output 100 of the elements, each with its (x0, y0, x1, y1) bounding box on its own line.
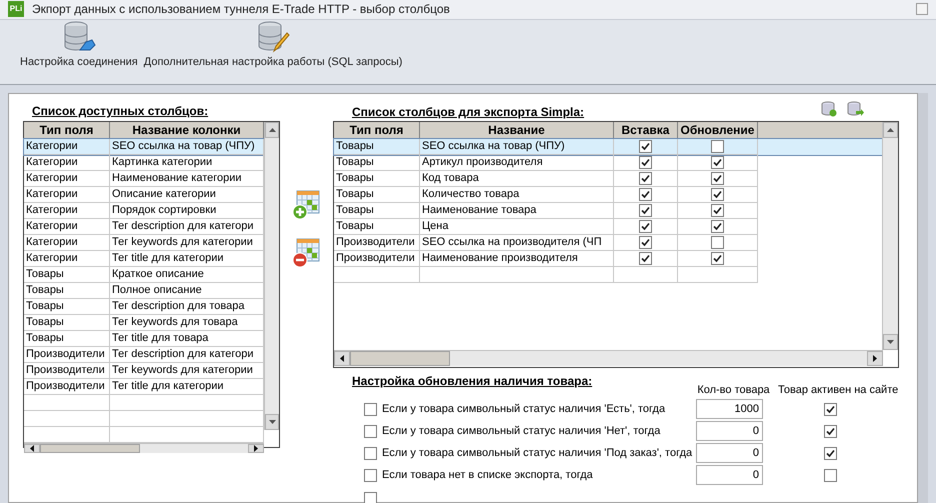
checkbox[interactable] (364, 468, 377, 482)
table-row[interactable]: Категории Описание категории (24, 187, 264, 203)
checkbox[interactable] (824, 446, 836, 460)
down-arrow-icon[interactable] (268, 420, 276, 424)
quantity-field[interactable]: 0 (696, 465, 763, 485)
table-row[interactable]: Производители Тег title для категории (24, 379, 264, 395)
database-add-icon[interactable] (820, 101, 838, 117)
table-row[interactable]: Производители Наименование производителя (334, 251, 882, 267)
checkbox[interactable] (639, 252, 652, 265)
checkbox[interactable] (639, 188, 652, 201)
table-row[interactable]: Производители Тег keywords для категории (24, 363, 264, 379)
table-row[interactable]: Категории Тег title для категории (24, 251, 264, 267)
database-export-icon[interactable] (846, 101, 864, 117)
left-arrow-icon[interactable] (30, 445, 34, 452)
left-arrow-icon[interactable] (340, 355, 344, 362)
section-title: Настройка обновления наличия товара: (352, 373, 594, 390)
checkbox[interactable] (639, 220, 652, 233)
table-row[interactable]: Категории Наименование категории (24, 171, 264, 187)
table-cell: Категории (24, 219, 110, 235)
option-label: Если товара нет в списке экспорта, тогда (382, 468, 593, 483)
checkbox[interactable] (364, 446, 377, 460)
table-cell: Тег description для товара (110, 299, 264, 315)
checkbox[interactable] (711, 156, 724, 169)
table-row[interactable]: Товары Наименование товара (334, 203, 882, 219)
table-row[interactable]: Товары Артикул производителя (334, 155, 882, 171)
checkbox[interactable] (364, 402, 377, 416)
checkbox[interactable] (711, 252, 724, 265)
up-arrow-icon[interactable] (268, 128, 276, 132)
quantity-field[interactable]: 1000 (696, 399, 763, 419)
table-row[interactable]: Товары Количество товара (334, 187, 882, 203)
checkbox[interactable] (711, 172, 724, 185)
table-cell: Порядок сортировки (110, 203, 264, 219)
table-row[interactable]: Товары Тег keywords для товара (24, 315, 264, 331)
table-cell: Производители (334, 235, 420, 251)
scrollbar-thumb[interactable] (40, 444, 140, 453)
table-cell: Описание категории (110, 187, 264, 203)
column-header[interactable]: Тип поля (334, 122, 420, 139)
table-row[interactable]: Производители Тег description для категори (24, 347, 264, 363)
column-header[interactable]: Тип поля (24, 122, 110, 139)
column-header[interactable]: Вставка (614, 122, 678, 139)
table-cell: SEO ссылка на товар (ЧПУ) (110, 139, 264, 155)
table-row[interactable]: Категории SEO ссылка на товар (ЧПУ) (24, 139, 264, 155)
table-row[interactable]: Товары Полное описание (24, 283, 264, 299)
table-cell: Категории (24, 139, 110, 155)
column-label: Кол-во товара (696, 382, 771, 398)
checkbox[interactable] (639, 172, 652, 185)
checkbox[interactable] (824, 424, 836, 438)
table-row[interactable]: Категории Порядок сортировки (24, 203, 264, 219)
checkbox[interactable] (639, 204, 652, 217)
toolbar-button[interactable]: Настройка соединения (20, 20, 138, 70)
down-arrow-icon[interactable] (887, 340, 894, 344)
table-row[interactable]: Производители SEO ссылка на производителя (ЧП (334, 235, 882, 251)
table-cell: Тег keywords для категории (110, 363, 264, 379)
horizontal-scrollbar[interactable] (334, 350, 883, 366)
table-row[interactable]: Категории Тег description для категори (24, 219, 264, 235)
quantity-field[interactable]: 0 (696, 421, 763, 441)
grid-add-icon[interactable] (292, 190, 320, 220)
table-cell: Количество товара (420, 187, 614, 203)
checkbox[interactable] (824, 402, 836, 416)
checkbox[interactable] (711, 236, 724, 249)
right-arrow-icon[interactable] (873, 355, 877, 362)
close-icon[interactable] (916, 3, 928, 16)
table-cell: Товары (24, 283, 110, 299)
checkbox[interactable] (824, 468, 836, 482)
table-cell: Тег description для категори (110, 347, 264, 363)
table-cell: Цена (420, 219, 614, 235)
table-cell: Тег keywords для товара (110, 315, 264, 331)
table-cell: Категории (24, 235, 110, 251)
column-header[interactable]: Название (420, 122, 614, 139)
column-header[interactable]: Название колонки (110, 122, 264, 139)
table-row[interactable]: Категории Картинка категории (24, 155, 264, 171)
quantity-field[interactable]: 0 (696, 443, 763, 463)
checkbox[interactable] (364, 492, 377, 503)
vertical-scrollbar[interactable] (882, 122, 898, 350)
table-row[interactable]: Товары Тег description для товара (24, 299, 264, 315)
table-row[interactable]: Товары Цена (334, 219, 882, 235)
horizontal-scrollbar[interactable] (24, 443, 264, 453)
checkbox[interactable] (639, 156, 652, 169)
checkbox[interactable] (639, 236, 652, 249)
right-arrow-icon[interactable] (254, 445, 258, 452)
vertical-scrollbar[interactable] (264, 122, 279, 430)
checkbox[interactable] (711, 220, 724, 233)
checkbox[interactable] (711, 204, 724, 217)
toolbar-button[interactable]: Дополнительная настройка работы (SQL запросы) (144, 20, 402, 70)
checkbox[interactable] (364, 424, 377, 438)
table-row[interactable]: Категории Тег keywords для категории (24, 235, 264, 251)
checkbox[interactable] (639, 140, 652, 153)
column-label: Товар активен на сайте (778, 382, 898, 398)
table-row[interactable]: Товары Тег title для товара (24, 331, 264, 347)
checkbox[interactable] (711, 188, 724, 201)
table-cell: Товары (334, 139, 420, 155)
grid-remove-icon[interactable] (292, 238, 320, 268)
checkbox[interactable] (711, 140, 724, 153)
column-header[interactable]: Обновление (678, 122, 758, 139)
table-row[interactable]: Товары Краткое описание (24, 267, 264, 283)
table-cell: Тег keywords для категории (110, 235, 264, 251)
scrollbar-thumb[interactable] (350, 351, 450, 366)
table-row[interactable]: Товары Код товара (334, 171, 882, 187)
table-row[interactable]: Товары SEO ссылка на товар (ЧПУ) (334, 139, 882, 155)
up-arrow-icon[interactable] (887, 128, 894, 132)
